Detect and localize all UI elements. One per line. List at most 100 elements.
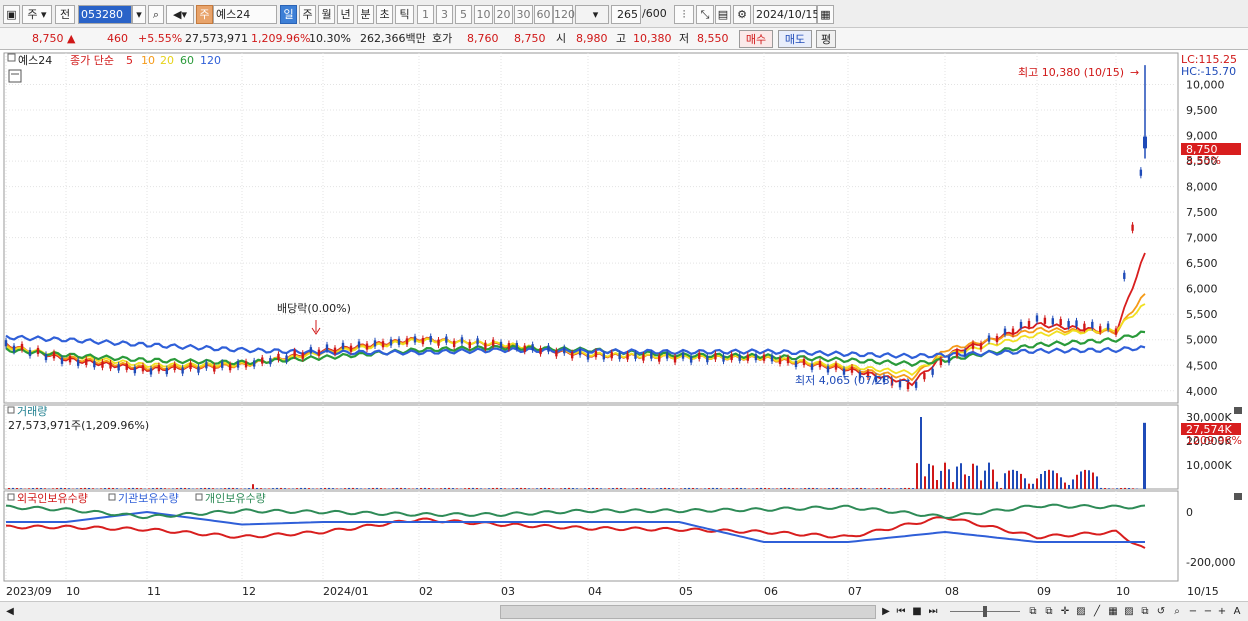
interval-3-button[interactable]: 3: [436, 5, 453, 24]
period-day-button[interactable]: 일: [280, 5, 297, 24]
candle-body: [1027, 320, 1031, 328]
code-input[interactable]: 053280: [78, 5, 132, 24]
volume-bar: [964, 474, 966, 489]
price-tick-label: 10,000: [1186, 79, 1225, 92]
line-tool-icon[interactable]: ╱: [1090, 605, 1104, 619]
prev-button[interactable]: 전: [55, 5, 75, 24]
date-input[interactable]: 2024/10/15: [753, 5, 819, 24]
candle-body: [381, 341, 385, 348]
volume-bar: [868, 488, 870, 489]
holding-panel-close-icon[interactable]: [1234, 493, 1242, 500]
period-month-button[interactable]: 월: [318, 5, 335, 24]
zoom-out-icon[interactable]: −: [1186, 605, 1200, 619]
candle-body: [60, 357, 64, 364]
volume-bar: [572, 488, 574, 489]
panel-split-icon[interactable]: ⧉: [1042, 605, 1056, 619]
volume-bar: [440, 488, 442, 489]
price-change-pct: +5.55%: [138, 32, 183, 45]
crosshair-icon[interactable]: ✛: [1058, 605, 1072, 619]
interval-1-button[interactable]: 1: [417, 5, 434, 24]
market-select-label: 주: [27, 8, 38, 21]
volume-bar: [688, 487, 690, 489]
calendar-icon[interactable]: ▦: [817, 5, 834, 24]
layout-icon[interactable]: ▣: [3, 5, 20, 24]
interval-10-button[interactable]: 10: [474, 5, 493, 24]
code-dropdown-icon[interactable]: ▾: [132, 5, 146, 24]
volume-bar: [864, 488, 866, 489]
candle-body: [1114, 328, 1118, 335]
x-axis-label: 03: [501, 585, 515, 598]
trade-amount: 262,366백만: [360, 32, 426, 45]
candle-body: [642, 354, 645, 361]
stop-icon[interactable]: ■: [910, 605, 924, 619]
drawing-tool-icon[interactable]: ⤡: [696, 5, 714, 24]
holding-panel-frame: [3, 490, 1179, 582]
period-tick-button[interactable]: 틱: [395, 5, 414, 24]
interval-120-button[interactable]: 120: [553, 5, 575, 24]
scroll-right-icon[interactable]: ▶: [880, 605, 892, 619]
low-price: 8,550: [697, 32, 729, 45]
buy-button[interactable]: 매수: [739, 30, 773, 48]
volume-bar: [904, 487, 906, 489]
interval-custom-select[interactable]: ▾: [575, 5, 609, 24]
stock-name-field[interactable]: 예스24: [213, 5, 277, 24]
candle-body: [689, 356, 693, 363]
volume-bar: [592, 487, 594, 489]
market-select[interactable]: 주 ▾: [22, 5, 52, 24]
volume-bar: [124, 488, 126, 489]
candle-type-icon[interactable]: ⫶: [674, 5, 694, 24]
pattern-icon[interactable]: ▨: [1122, 605, 1136, 619]
zoom-slider-handle[interactable]: [983, 606, 987, 617]
volume-bar: [44, 488, 46, 489]
period-second-button[interactable]: 초: [376, 5, 393, 24]
save-icon[interactable]: ▤: [715, 5, 731, 24]
search-icon[interactable]: ⌕: [148, 5, 164, 24]
interval-60-button[interactable]: 60: [534, 5, 553, 24]
info-bar: 8,750 ▲ 460 +5.55% 27,573,971 1,209.96% …: [0, 28, 1248, 50]
history-icon[interactable]: ↺: [1154, 605, 1168, 619]
fast-forward-icon[interactable]: ⏭: [926, 605, 940, 619]
period-minute-button[interactable]: 분: [357, 5, 374, 24]
volume-panel-close-icon[interactable]: [1234, 407, 1242, 414]
candle-body: [309, 347, 313, 354]
candle-body: [947, 356, 951, 363]
interval-30-button[interactable]: 30: [514, 5, 533, 24]
candle-body: [301, 352, 304, 359]
period-week-button[interactable]: 주: [299, 5, 316, 24]
candle-body: [931, 368, 934, 375]
rewind-icon[interactable]: ⏮: [894, 605, 908, 619]
gear-icon[interactable]: ⚙: [733, 5, 751, 24]
text-size-icon[interactable]: A: [1230, 605, 1244, 619]
panel-layout-icon[interactable]: ⧉: [1026, 605, 1040, 619]
interval-20-button[interactable]: 20: [494, 5, 513, 24]
minus-icon[interactable]: −: [1201, 605, 1215, 619]
candle-body: [491, 339, 495, 346]
grid-tool-icon[interactable]: ▦: [1106, 605, 1120, 619]
volume-bar: [900, 488, 902, 489]
candle-body: [1011, 328, 1015, 335]
candle-body: [762, 354, 766, 361]
calculator-icon[interactable]: [8, 69, 22, 83]
copy-icon[interactable]: ⧉: [1138, 605, 1152, 619]
scroll-left-icon[interactable]: ◀: [4, 605, 16, 619]
hatch-icon[interactable]: ▨: [1074, 605, 1088, 619]
plus-icon[interactable]: +: [1215, 605, 1229, 619]
chart-area[interactable]: 4,000 4,500 5,000 5,500 6,000 6,500 7,000 7,500…: [0, 50, 1248, 601]
volume-bar: [1068, 484, 1070, 489]
candle-body: [499, 341, 503, 348]
sell-button[interactable]: 매도: [778, 30, 812, 48]
interval-5-button[interactable]: 5: [455, 5, 472, 24]
zoom-icon[interactable]: ⌕: [1170, 605, 1184, 619]
speaker-icon[interactable]: ◀▾: [166, 5, 194, 24]
scroll-thumb[interactable]: [500, 605, 876, 619]
period-year-button[interactable]: 년: [337, 5, 354, 24]
count-input[interactable]: 265: [611, 5, 641, 24]
horizontal-scrollbar[interactable]: ◀ ▶ ⏮ ■ ⏭ ⧉ ⧉ ✛ ▨ ╱ ▦ ▨ ⧉ ↺ ⌕ − − + A: [0, 601, 1248, 621]
volume-bar: [976, 465, 978, 489]
volume-bar: [320, 488, 322, 489]
volume-bar: [788, 487, 790, 489]
volume-bar: [668, 487, 670, 489]
quote-label: 호가: [432, 32, 453, 45]
volume-bar: [228, 487, 230, 489]
average-button[interactable]: 평: [816, 30, 836, 48]
